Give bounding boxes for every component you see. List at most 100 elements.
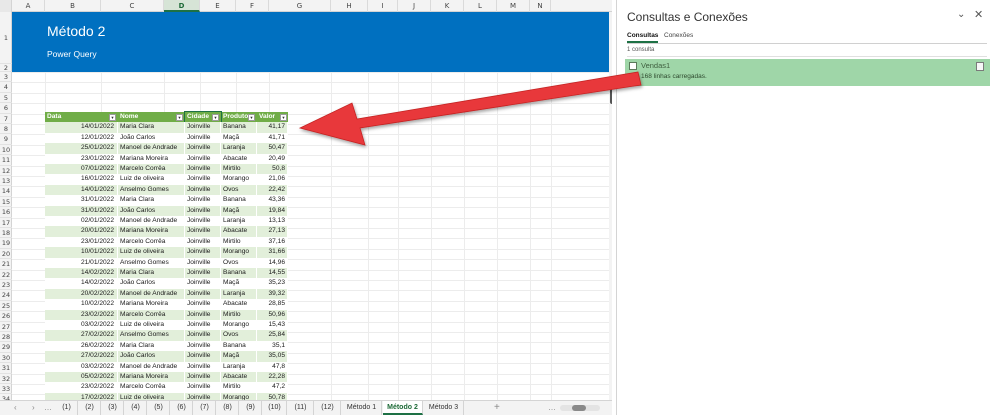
filter-dropdown-icon[interactable]: ▼: [212, 113, 219, 121]
cell-produto[interactable]: Abacate: [221, 372, 257, 383]
cell-data[interactable]: 27/02/2022: [45, 330, 118, 341]
cell-data[interactable]: 05/02/2022: [45, 372, 118, 383]
row-header-14[interactable]: 14: [0, 186, 12, 197]
cell-produto[interactable]: Maçã: [221, 278, 257, 289]
cell-valor[interactable]: 47,2: [257, 382, 288, 393]
chevron-down-icon[interactable]: ⌄: [957, 9, 965, 20]
cell-produto[interactable]: Morango: [221, 174, 257, 185]
cell-data[interactable]: 21/01/2022: [45, 257, 118, 268]
cell-cidade[interactable]: Joinville: [185, 216, 221, 227]
cell-produto[interactable]: Mirtilo: [221, 236, 257, 248]
row-header-24[interactable]: 24: [0, 290, 12, 301]
filter-dropdown-icon[interactable]: ▼: [280, 113, 287, 121]
table-row[interactable]: 14/02/2022 Maria Clara Joinville Banana 14,5…: [45, 268, 288, 279]
cell-valor[interactable]: 27,13: [257, 226, 288, 237]
cell-cidade[interactable]: Joinville: [185, 143, 221, 154]
row-header-17[interactable]: 17: [0, 218, 12, 228]
sheet-tab[interactable]: Método 3: [424, 401, 464, 415]
tab-more-left[interactable]: …: [44, 403, 52, 412]
cell-nome[interactable]: Mariana Moreira: [118, 299, 185, 310]
column-header-h[interactable]: H: [331, 0, 368, 12]
cell-data[interactable]: 14/01/2022: [45, 122, 118, 133]
cell-nome[interactable]: Marcelo Corrêa: [118, 236, 185, 248]
cell-valor[interactable]: 22,42: [257, 184, 288, 196]
header-valor[interactable]: Valor ▼: [257, 112, 288, 122]
table-row[interactable]: 27/02/2022 Anselmo Gomes Joinville Ovos 25,8…: [45, 330, 288, 341]
table-row[interactable]: 03/02/2022 Manoel de Andrade Joinville Lara…: [45, 361, 288, 372]
cell-produto[interactable]: Ovos: [221, 257, 257, 268]
cell-nome[interactable]: Mariana Moreira: [118, 226, 185, 237]
column-header-l[interactable]: L: [464, 0, 497, 12]
row-header-18[interactable]: 18: [0, 228, 12, 239]
cell-cidade[interactable]: Joinville: [185, 320, 221, 331]
cell-cidade[interactable]: Joinville: [185, 361, 221, 372]
table-row[interactable]: 23/01/2022 Mariana Moreira Joinville Abacat…: [45, 153, 288, 164]
sheet-tab[interactable]: (4): [125, 401, 147, 415]
row-header-27[interactable]: 27: [0, 322, 12, 332]
cell-nome[interactable]: Marcelo Corrêa: [118, 309, 185, 320]
cell-produto[interactable]: Maçã: [221, 351, 257, 362]
cell-valor[interactable]: 14,55: [257, 268, 288, 279]
column-header-n[interactable]: N: [530, 0, 551, 12]
cell-cidade[interactable]: Joinville: [185, 340, 221, 352]
cell-data[interactable]: 10/01/2022: [45, 247, 118, 258]
cell-produto[interactable]: Mirtilo: [221, 164, 257, 175]
sheet-tab[interactable]: (6): [171, 401, 193, 415]
cell-valor[interactable]: 22,28: [257, 372, 288, 383]
cell-valor[interactable]: 41,71: [257, 132, 288, 144]
cell-cidade[interactable]: Joinville: [185, 184, 221, 196]
spreadsheet-grid[interactable]: ABCDEFGHIJKLMN 1 2 3 4 5 6 7 8 9 10 11 12 13 14 15 16 17…: [0, 0, 612, 415]
cell-cidade[interactable]: Joinville: [185, 247, 221, 258]
cell-data[interactable]: 23/02/2022: [45, 382, 118, 393]
row-header-7[interactable]: 7: [0, 114, 12, 124]
cell-produto[interactable]: Mirtilo: [221, 382, 257, 393]
column-header-c[interactable]: C: [101, 0, 164, 12]
cell-cidade[interactable]: Joinville: [185, 226, 221, 237]
row-header-20[interactable]: 20: [0, 249, 12, 260]
vertical-scrollbar[interactable]: [609, 12, 612, 400]
column-header-j[interactable]: J: [398, 0, 431, 12]
cell-nome[interactable]: João Carlos: [118, 278, 185, 289]
horizontal-scroll-thumb[interactable]: [572, 405, 586, 411]
table-row[interactable]: 25/01/2022 Manoel de Andrade Joinville Lara…: [45, 143, 288, 154]
table-row[interactable]: 16/01/2022 Luiz de oliveira Joinville Moran…: [45, 174, 288, 185]
cell-cidade[interactable]: Joinville: [185, 236, 221, 248]
cell-valor[interactable]: 21,06: [257, 174, 288, 185]
sheet-tab[interactable]: (10): [263, 401, 287, 415]
tab-consultas[interactable]: Consultas: [627, 32, 659, 43]
cell-produto[interactable]: Maçã: [221, 205, 257, 216]
cell-data[interactable]: 27/02/2022: [45, 351, 118, 362]
cell-cidade[interactable]: Joinville: [185, 132, 221, 144]
cell-valor[interactable]: 39,32: [257, 288, 288, 300]
cell-cidade[interactable]: Joinville: [185, 288, 221, 300]
cell-nome[interactable]: Anselmo Gomes: [118, 257, 185, 268]
query-options-icon[interactable]: [976, 62, 984, 71]
sheet-tab[interactable]: (8): [217, 401, 239, 415]
row-header-6[interactable]: 6: [0, 103, 12, 114]
cell-valor[interactable]: 50,96: [257, 309, 288, 320]
row-header-11[interactable]: 11: [0, 155, 12, 166]
header-data[interactable]: Data ▼: [45, 112, 118, 122]
row-header-30[interactable]: 30: [0, 353, 12, 364]
column-header-e[interactable]: E: [200, 0, 236, 12]
tab-more-right[interactable]: …: [548, 403, 556, 412]
header-cidade[interactable]: Cidade ▼: [184, 110, 222, 124]
cell-nome[interactable]: Manoel de Andrade: [118, 361, 185, 372]
tab-nav-prev-icon[interactable]: ‹: [14, 403, 17, 412]
cell-valor[interactable]: 47,8: [257, 361, 288, 372]
sheet-tab[interactable]: (9): [240, 401, 262, 415]
add-sheet-button[interactable]: +: [494, 402, 500, 413]
column-header-a[interactable]: A: [12, 0, 45, 12]
row-header-29[interactable]: 29: [0, 342, 12, 353]
row-header-3[interactable]: 3: [0, 72, 12, 83]
column-header-m[interactable]: M: [497, 0, 530, 12]
cell-cidade[interactable]: Joinville: [185, 153, 221, 164]
cell-cidade[interactable]: Joinville: [185, 268, 221, 279]
table-row[interactable]: 10/02/2022 Mariana Moreira Joinville Abacat…: [45, 299, 288, 310]
row-header-28[interactable]: 28: [0, 332, 12, 343]
cell-nome[interactable]: Anselmo Gomes: [118, 330, 185, 341]
vertical-scroll-thumb[interactable]: [610, 78, 612, 104]
row-header-22[interactable]: 22: [0, 270, 12, 280]
cell-data[interactable]: 20/01/2022: [45, 226, 118, 237]
cell-cidade[interactable]: Joinville: [185, 122, 221, 133]
